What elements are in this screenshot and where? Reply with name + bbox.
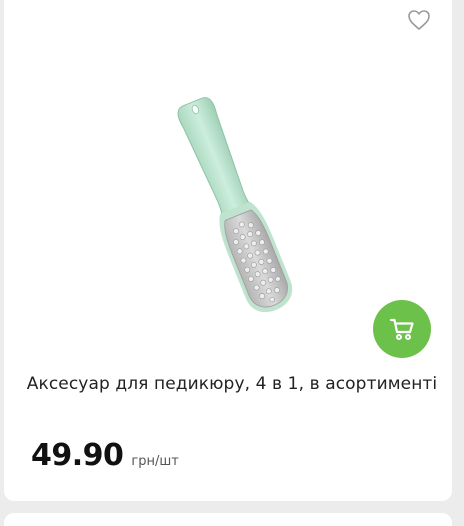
cart-icon [389, 318, 414, 340]
product-listing: Аксесуар для педикюру, 4 в 1, в асортиме… [0, 0, 464, 526]
favorite-button[interactable] [407, 9, 431, 31]
price-unit: грн/шт [131, 454, 179, 469]
price-row: 49.90 грн/шт [31, 438, 179, 473]
next-product-card[interactable] [4, 513, 452, 526]
product-card[interactable]: Аксесуар для педикюру, 4 в 1, в асортиме… [4, 0, 452, 501]
add-to-cart-button[interactable] [373, 300, 431, 358]
product-title[interactable]: Аксесуар для педикюру, 4 в 1, в асортиме… [4, 374, 460, 394]
heart-outline-icon [408, 10, 430, 30]
product-image [177, 97, 293, 313]
product-price: 49.90 [31, 438, 124, 473]
